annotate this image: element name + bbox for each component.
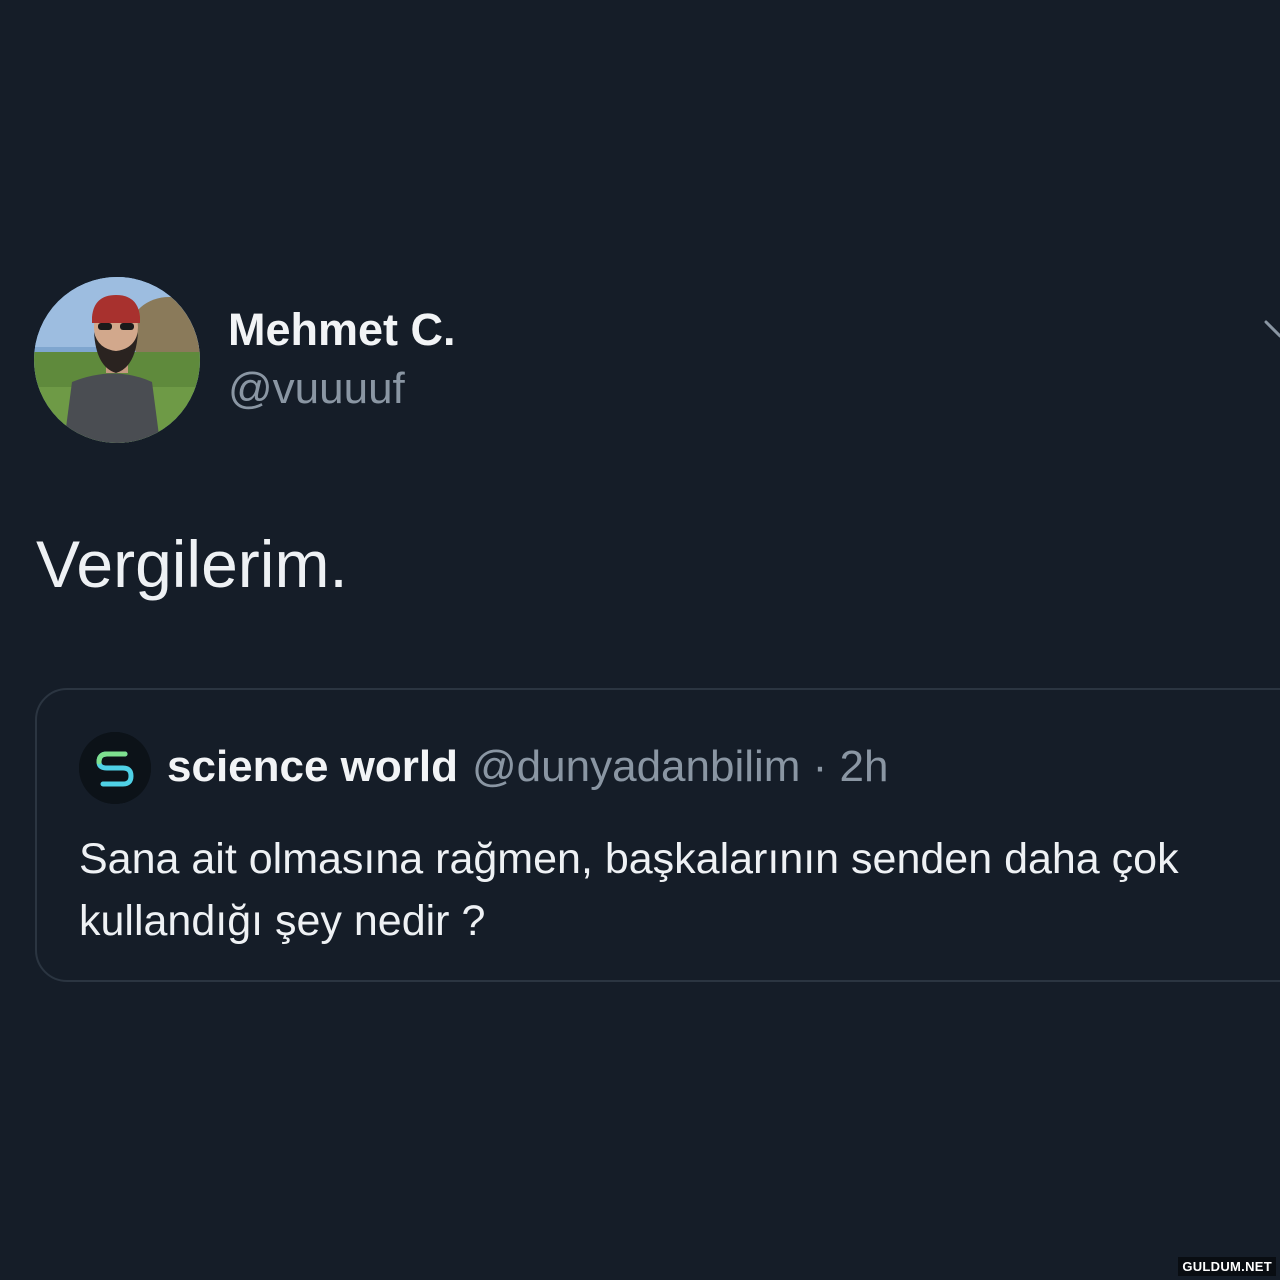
author-avatar[interactable] [34,277,200,443]
quoted-separator: · [800,742,840,791]
science-world-logo-icon[interactable] [79,732,151,804]
tweet-text: Vergilerim. [36,527,348,601]
quoted-tweet-header: science world @dunyadanbilim · 2h [167,742,889,792]
quoted-author-handle[interactable]: @dunyadanbilim [472,742,800,791]
avatar-image [34,277,200,443]
tweet: Mehmet C. @vuuuuf Vergilerim. science wo… [0,0,1280,1280]
quoted-tweet-text: Sana ait olmasına rağmen, başkalarının s… [79,835,1179,945]
quoted-author-name[interactable]: science world [167,742,458,791]
quoted-timestamp[interactable]: 2h [840,742,889,791]
site-watermark: GULDUM.NET [1178,1257,1276,1276]
author-handle[interactable]: @vuuuuf [228,364,405,414]
quoted-tweet-card[interactable]: science world @dunyadanbilim · 2h Sana ai… [35,688,1280,982]
chevron-down-icon[interactable] [1262,316,1280,346]
author-name[interactable]: Mehmet C. [228,304,456,356]
